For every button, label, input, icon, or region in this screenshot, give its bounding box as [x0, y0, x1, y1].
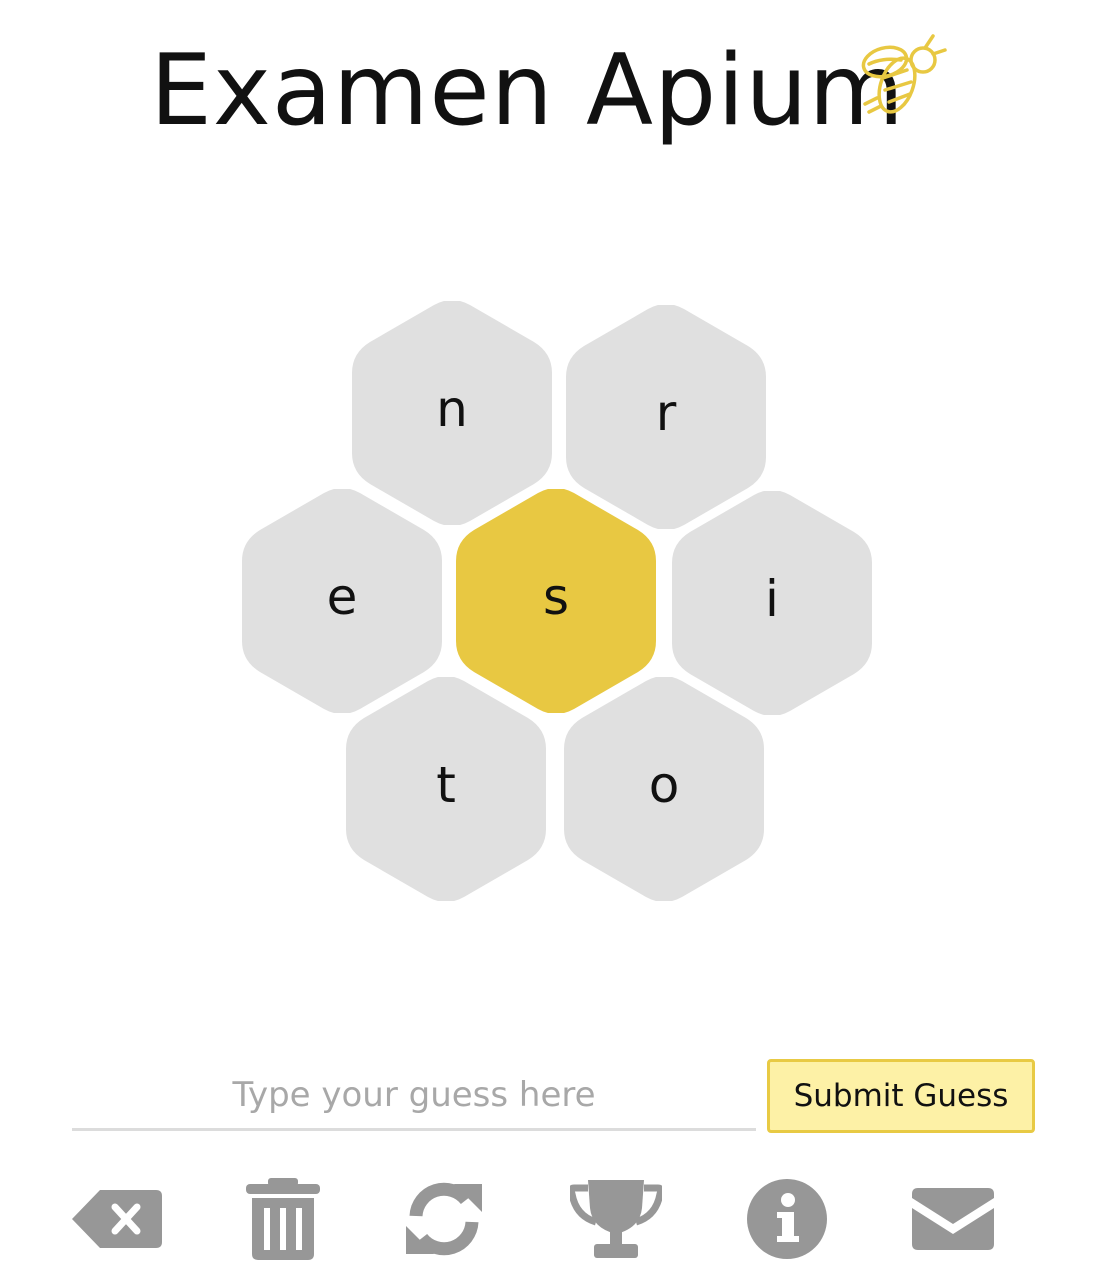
guess-input[interactable] [72, 1062, 756, 1131]
backspace-icon[interactable] [70, 1188, 164, 1250]
bee-logo-icon [855, 30, 955, 120]
mail-icon[interactable] [912, 1188, 994, 1250]
refresh-icon[interactable] [404, 1180, 484, 1258]
hex-bottom-right[interactable]: o [564, 677, 764, 901]
hex-bottom-left[interactable]: t [346, 677, 546, 901]
info-icon[interactable] [746, 1178, 828, 1260]
submit-guess-button[interactable]: Submit Guess [767, 1059, 1035, 1133]
trash-icon[interactable] [246, 1178, 320, 1260]
trophy-icon[interactable] [570, 1180, 662, 1260]
